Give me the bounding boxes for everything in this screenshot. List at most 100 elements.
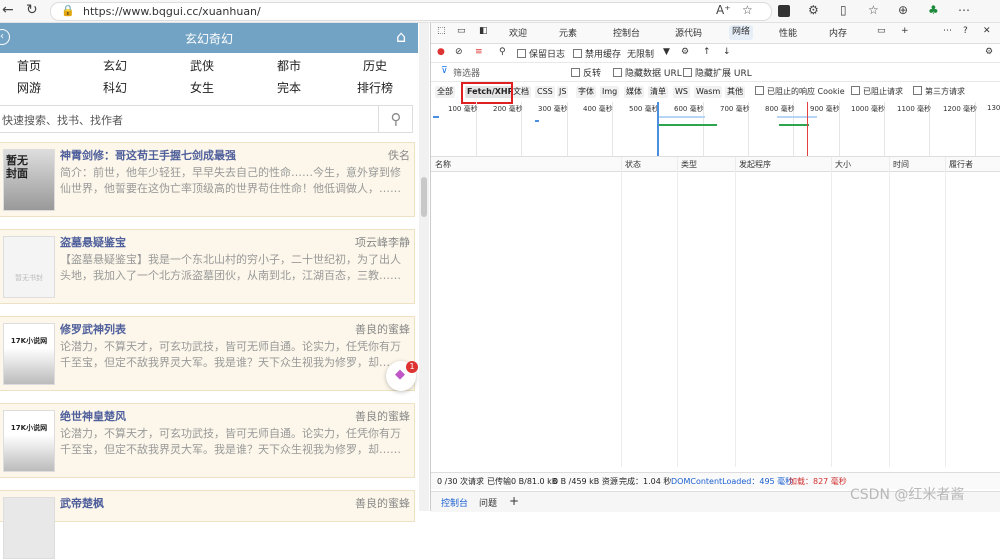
book-cover[interactable]: 17K小说网 (3, 323, 55, 385)
type-all[interactable]: 全部 (435, 86, 455, 98)
nav-wanben[interactable]: 完本 (246, 79, 332, 96)
nav-home[interactable]: 首页 (0, 57, 72, 74)
panel-icon[interactable]: ▭ (877, 26, 886, 36)
col-size[interactable]: 大小 (835, 159, 851, 170)
filter-input[interactable]: 筛选器 (453, 66, 480, 79)
help-icon[interactable]: ? (963, 26, 968, 36)
reload-icon[interactable]: ↻ (26, 2, 38, 18)
more-icon[interactable]: ⋯ (943, 26, 952, 36)
split-screen-icon[interactable]: ▯ (840, 3, 847, 17)
type-other[interactable]: 其他 (725, 86, 745, 98)
favorite-star-icon[interactable]: ☆ (742, 3, 753, 17)
network-timeline[interactable]: 100 毫秒 200 毫秒 300 毫秒 400 毫秒 500 毫秒 600 毫… (431, 102, 1000, 157)
book-cover[interactable] (3, 497, 55, 559)
drawer-tab-console[interactable]: 控制台 (441, 496, 468, 509)
col-initiator[interactable]: 发起程序 (739, 159, 771, 170)
preserve-log-checkbox[interactable]: 保留日志 (517, 47, 565, 60)
upload-icon[interactable]: ↑ (703, 47, 711, 57)
tab-console[interactable]: 控制台 (613, 26, 640, 39)
nav-nvsheng[interactable]: 女生 (159, 79, 245, 96)
book-cover[interactable]: 暂无书封 (3, 236, 55, 298)
search-input[interactable]: 快速搜索、找书、找作者 (2, 112, 123, 128)
col-type[interactable]: 类型 (681, 159, 697, 170)
favorites-icon[interactable]: ☆ (868, 3, 879, 17)
close-icon[interactable]: ✕ (983, 26, 991, 36)
type-ws[interactable]: WS (673, 86, 690, 98)
inspect-icon[interactable]: ⬚ (437, 26, 446, 36)
disable-cache-checkbox[interactable]: 禁用缓存 (573, 47, 621, 60)
book-author[interactable]: 善良的蜜蜂 (355, 321, 410, 337)
type-js[interactable]: JS (557, 86, 569, 98)
scrollbar-thumb[interactable] (421, 177, 427, 217)
book-author[interactable]: 佚名 (388, 147, 410, 163)
search-icon[interactable]: ⚲ (378, 106, 413, 132)
col-fulfilled[interactable]: 履行者 (949, 159, 973, 170)
book-title[interactable]: 神霄剑修：哥这苟王手握七剑成最强 (60, 147, 236, 163)
nav-paihang[interactable]: 排行榜 (332, 79, 418, 96)
read-aloud-icon[interactable]: A⁺ (716, 3, 731, 17)
third-party-checkbox[interactable]: 第三方请求 (913, 86, 965, 97)
nav-xuanhuan[interactable]: 玄幻 (72, 57, 158, 74)
book-title[interactable]: 武帝楚枫 (60, 495, 104, 511)
book-card[interactable]: 暂无封面 神霄剑修：哥这苟王手握七剑成最强 佚名 简介：前世，他年少轻狂，早早失… (0, 142, 415, 217)
device-icon[interactable]: ▭ (457, 26, 466, 36)
book-card[interactable]: 17K小说网 绝世神皇楚风 善良的蜜蜂 论潜力，不算天才，可玄功武技，皆可无师自… (0, 403, 415, 478)
nav-wangyou[interactable]: 网游 (0, 79, 72, 96)
wifi-icon[interactable]: ⚙ (681, 47, 689, 57)
col-time[interactable]: 时间 (893, 159, 909, 170)
tab-welcome[interactable]: 欢迎 (509, 26, 527, 39)
type-media[interactable]: 媒体 (624, 86, 644, 98)
book-title[interactable]: 绝世神皇楚风 (60, 408, 126, 424)
puzzle-icon[interactable]: ⚙ (808, 3, 819, 17)
extension-icon[interactable] (778, 5, 790, 17)
type-css[interactable]: CSS (535, 86, 555, 98)
tab-memory[interactable]: 内存 (829, 26, 847, 39)
throttle-select[interactable]: 无限制 (627, 47, 654, 60)
book-cover[interactable]: 暂无封面 (3, 149, 55, 211)
drawer-tab-issues[interactable]: 问题 (479, 496, 497, 509)
invert-checkbox[interactable]: 反转 (571, 66, 601, 79)
type-font[interactable]: 字体 (576, 86, 596, 98)
book-cover[interactable]: 17K小说网 (3, 410, 55, 472)
col-status[interactable]: 状态 (625, 159, 641, 170)
drawer-add-tab[interactable]: + (509, 494, 519, 508)
hide-data-url-checkbox[interactable]: 隐藏数据 URL (613, 66, 682, 79)
record-icon[interactable]: ● (437, 47, 445, 57)
book-title[interactable]: 盗墓悬疑鉴宝 (60, 234, 126, 250)
book-title[interactable]: 修罗武神列表 (60, 321, 126, 337)
nav-lishi[interactable]: 历史 (332, 57, 418, 74)
tab-performance[interactable]: 性能 (779, 26, 797, 39)
more-menu-icon[interactable]: ⋯ (958, 3, 970, 17)
gear-icon[interactable]: ⚙ (985, 47, 993, 57)
type-img[interactable]: Img (600, 86, 620, 98)
book-card[interactable]: 武帝楚枫 善良的蜜蜂 (0, 490, 415, 559)
add-tab-icon[interactable]: + (901, 26, 909, 36)
home-icon[interactable]: ⌂ (396, 27, 406, 46)
book-author[interactable]: 善良的蜜蜂 (355, 408, 410, 424)
book-card[interactable]: 17K小说网 修罗武神列表 善良的蜜蜂 论潜力，不算天才，可玄功武技，皆可无师自… (0, 316, 415, 391)
type-manifest[interactable]: 清单 (648, 86, 668, 98)
url-text[interactable]: https://www.bqgui.cc/xuanhuan/ (83, 5, 261, 18)
filter-icon[interactable]: ≡ (475, 47, 483, 57)
blocked-requests-checkbox[interactable]: 已阻止请求 (851, 86, 903, 97)
book-card[interactable]: 暂无书封 盗墓悬疑鉴宝 项云峰李静 【盗墓悬疑鉴宝】我是一个东北山村的穷小子，二… (0, 229, 415, 304)
book-author[interactable]: 项云峰李静 (355, 234, 410, 250)
chevron-down-icon[interactable]: ▼ (663, 47, 670, 57)
clear-icon[interactable]: ⊘ (455, 47, 463, 57)
page-scrollbar[interactable] (419, 23, 429, 511)
back-icon[interactable]: ← (2, 2, 14, 18)
dock-icon[interactable]: ◧ (479, 26, 488, 36)
shopping-icon[interactable]: ♣ (928, 3, 939, 17)
collections-icon[interactable]: ⊕ (898, 3, 908, 17)
nav-dushi[interactable]: 都市 (246, 57, 332, 74)
col-name[interactable]: 名称 (435, 159, 451, 170)
tab-elements[interactable]: 元素 (559, 26, 577, 39)
book-author[interactable]: 善良的蜜蜂 (355, 495, 410, 511)
download-icon[interactable]: ↓ (723, 47, 731, 57)
type-wasm[interactable]: Wasm (694, 86, 723, 98)
tab-network[interactable]: 网络 (729, 25, 754, 40)
nav-kehuan[interactable]: 科幻 (72, 79, 158, 96)
floating-action-button[interactable]: ◆ 1 (386, 361, 418, 391)
hide-ext-url-checkbox[interactable]: 隐藏扩展 URL (683, 66, 752, 79)
blocked-cookies-checkbox[interactable]: 已阻止的响应 Cookie (755, 86, 845, 97)
